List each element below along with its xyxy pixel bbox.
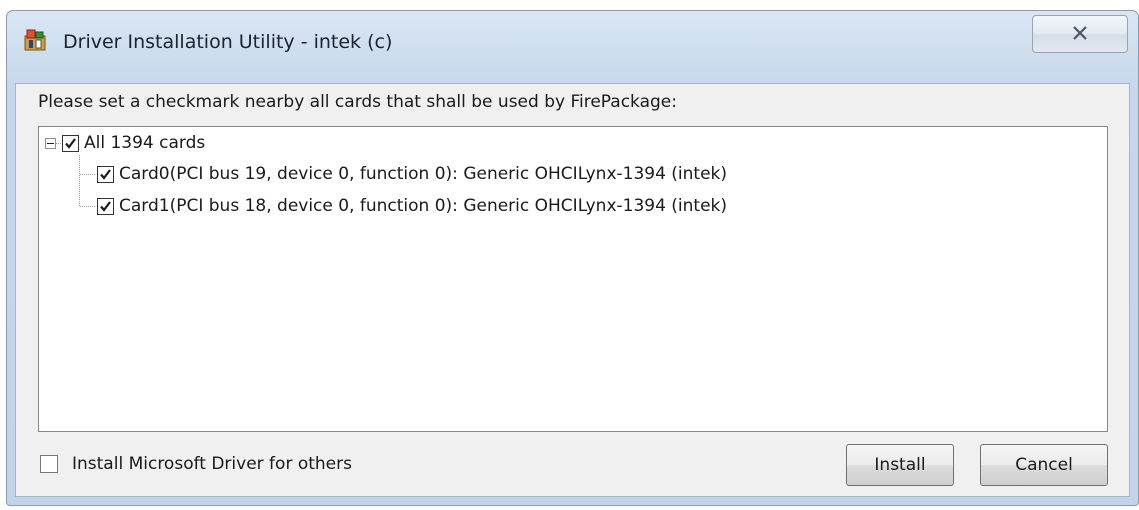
instruction-text: Please set a checkmark nearby all cards … — [38, 92, 677, 112]
tree-connector-line — [80, 206, 96, 207]
install-ms-driver-option[interactable]: Install Microsoft Driver for others — [40, 454, 352, 474]
checkmark-icon — [65, 137, 76, 149]
tree-node-card1[interactable]: Card1(PCI bus 18, device 0, function 0):… — [97, 193, 727, 219]
card1-checkbox[interactable] — [97, 197, 114, 215]
all-cards-checkbox[interactable] — [62, 134, 79, 152]
cancel-button[interactable]: Cancel — [980, 444, 1108, 486]
tree-node-all-cards[interactable]: All 1394 cards — [45, 130, 205, 156]
window-title: Driver Installation Utility - intek (c) — [63, 31, 393, 53]
title-bar[interactable]: Driver Installation Utility - intek (c) — [7, 11, 1138, 83]
checkmark-icon — [100, 200, 111, 212]
tree-node-label: Card1(PCI bus 18, device 0, function 0):… — [119, 196, 728, 216]
install-ms-driver-label: Install Microsoft Driver for others — [72, 454, 352, 474]
dialog-window: Driver Installation Utility - intek (c) … — [6, 10, 1139, 506]
cards-tree-view[interactable]: All 1394 cards Card0(PCI bus 19, device … — [38, 126, 1108, 432]
tree-connector-line — [79, 155, 80, 207]
dialog-client-area: Please set a checkmark nearby all cards … — [15, 83, 1130, 497]
install-button[interactable]: Install — [846, 444, 954, 486]
tree-node-label: All 1394 cards — [84, 133, 206, 153]
install-ms-driver-checkbox[interactable] — [40, 455, 58, 473]
collapse-toggle[interactable] — [45, 137, 56, 149]
close-x-icon — [1072, 25, 1088, 44]
driver-utility-app-icon — [23, 28, 47, 52]
tree-connector-line — [80, 174, 96, 175]
card0-checkbox[interactable] — [97, 165, 114, 183]
tree-node-label: Card0(PCI bus 19, device 0, function 0):… — [119, 164, 728, 184]
checkmark-icon — [100, 168, 111, 180]
tree-node-card0[interactable]: Card0(PCI bus 19, device 0, function 0):… — [97, 161, 727, 187]
close-button[interactable] — [1032, 15, 1128, 53]
